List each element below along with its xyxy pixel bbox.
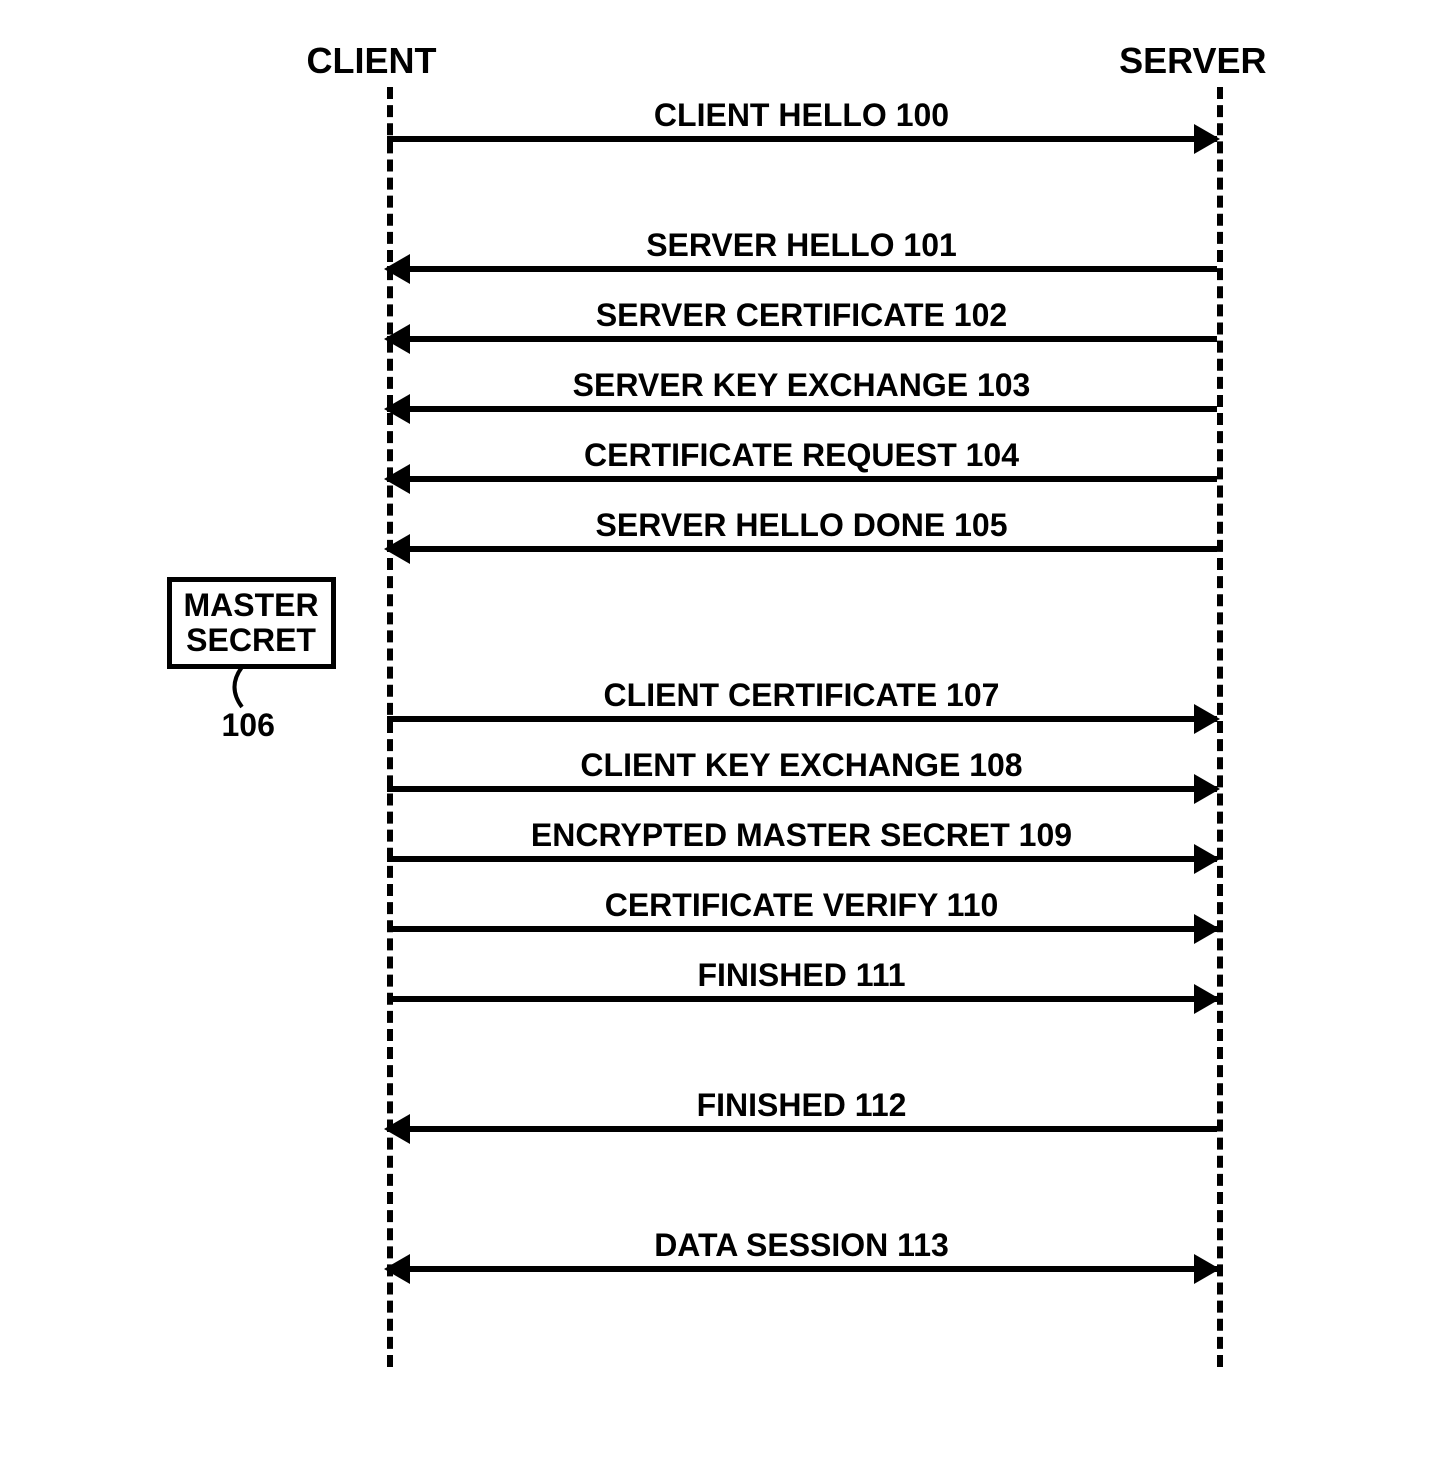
arrow-right-icon <box>387 786 1217 792</box>
master-secret-ref: 106 <box>222 707 275 744</box>
arrow-right-icon <box>387 926 1217 932</box>
master-secret-box: MASTER SECRET <box>167 577 336 669</box>
message-label: DATA SESSION 113 <box>387 1227 1217 1264</box>
message-row: CERTIFICATE VERIFY 110 <box>387 887 1217 932</box>
master-secret-line1: MASTER <box>184 588 319 623</box>
message-label: FINISHED 111 <box>387 957 1217 994</box>
arrow-left-icon <box>387 406 1217 412</box>
arrow-both-icon <box>387 1266 1217 1272</box>
message-label: ENCRYPTED MASTER SECRET 109 <box>387 817 1217 854</box>
message-row: CLIENT CERTIFICATE 107 <box>387 677 1217 722</box>
message-row: SERVER CERTIFICATE 102 <box>387 297 1217 342</box>
message-label: FINISHED 112 <box>387 1087 1217 1124</box>
lifelines-area: MASTER SECRET 106 CLIENT HELLO 100 SERVER… <box>167 87 1267 1367</box>
message-row: ENCRYPTED MASTER SECRET 109 <box>387 817 1217 862</box>
client-label: CLIENT <box>307 40 437 82</box>
message-label: SERVER HELLO 101 <box>387 227 1217 264</box>
message-label: SERVER KEY EXCHANGE 103 <box>387 367 1217 404</box>
message-label: CLIENT CERTIFICATE 107 <box>387 677 1217 714</box>
message-row: FINISHED 111 <box>387 957 1217 1002</box>
arrow-left-icon <box>387 1126 1217 1132</box>
message-label: CERTIFICATE VERIFY 110 <box>387 887 1217 924</box>
message-row: SERVER HELLO 101 <box>387 227 1217 272</box>
participant-headers: CLIENT SERVER <box>167 40 1267 82</box>
message-row: DATA SESSION 113 <box>387 1227 1217 1272</box>
message-label: SERVER HELLO DONE 105 <box>387 507 1217 544</box>
message-row: CLIENT HELLO 100 <box>387 97 1217 142</box>
arrow-right-icon <box>387 136 1217 142</box>
message-label: CLIENT KEY EXCHANGE 108 <box>387 747 1217 784</box>
arrow-left-icon <box>387 266 1217 272</box>
arrow-right-icon <box>387 996 1217 1002</box>
arrow-right-icon <box>387 716 1217 722</box>
server-label: SERVER <box>1119 40 1266 82</box>
master-secret-line2: SECRET <box>184 623 319 658</box>
message-row: FINISHED 112 <box>387 1087 1217 1132</box>
arrow-left-icon <box>387 546 1217 552</box>
message-row: SERVER KEY EXCHANGE 103 <box>387 367 1217 412</box>
message-row: CERTIFICATE REQUEST 104 <box>387 437 1217 482</box>
arrow-left-icon <box>387 476 1217 482</box>
message-row: SERVER HELLO DONE 105 <box>387 507 1217 552</box>
message-label: SERVER CERTIFICATE 102 <box>387 297 1217 334</box>
message-label: CLIENT HELLO 100 <box>387 97 1217 134</box>
arrow-right-icon <box>387 856 1217 862</box>
arrow-left-icon <box>387 336 1217 342</box>
sequence-diagram: CLIENT SERVER MASTER SECRET 106 CLIENT H… <box>167 40 1267 1367</box>
master-secret-leader <box>222 667 262 712</box>
message-label: CERTIFICATE REQUEST 104 <box>387 437 1217 474</box>
message-row: CLIENT KEY EXCHANGE 108 <box>387 747 1217 792</box>
